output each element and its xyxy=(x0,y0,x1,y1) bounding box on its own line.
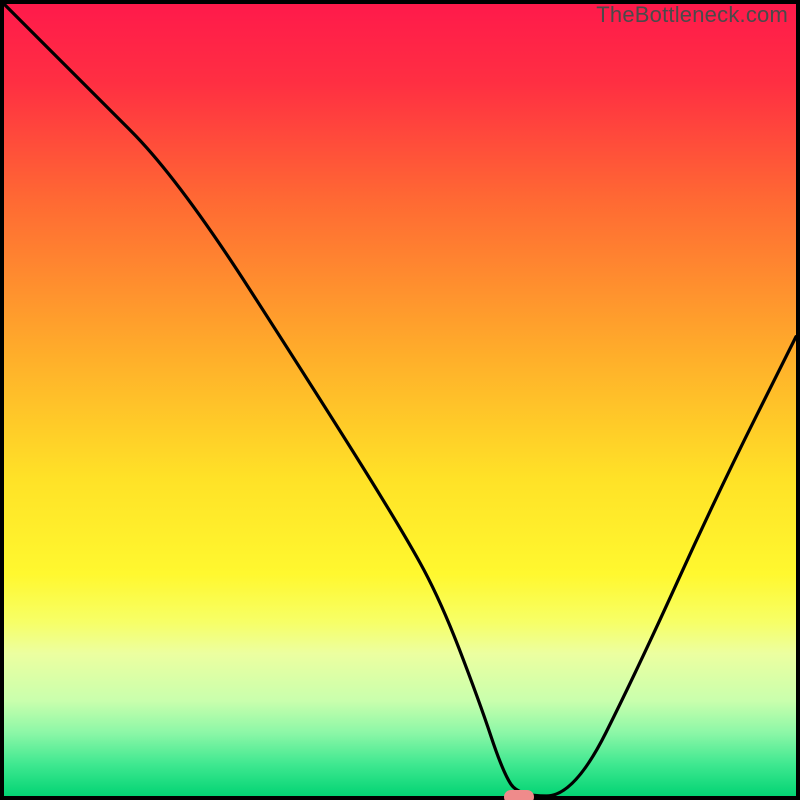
bottleneck-chart: TheBottleneck.com xyxy=(0,0,800,800)
bottleneck-curve xyxy=(4,4,796,796)
watermark-text: TheBottleneck.com xyxy=(596,2,788,28)
curve-path xyxy=(4,4,796,796)
optimal-point-marker xyxy=(504,790,534,800)
